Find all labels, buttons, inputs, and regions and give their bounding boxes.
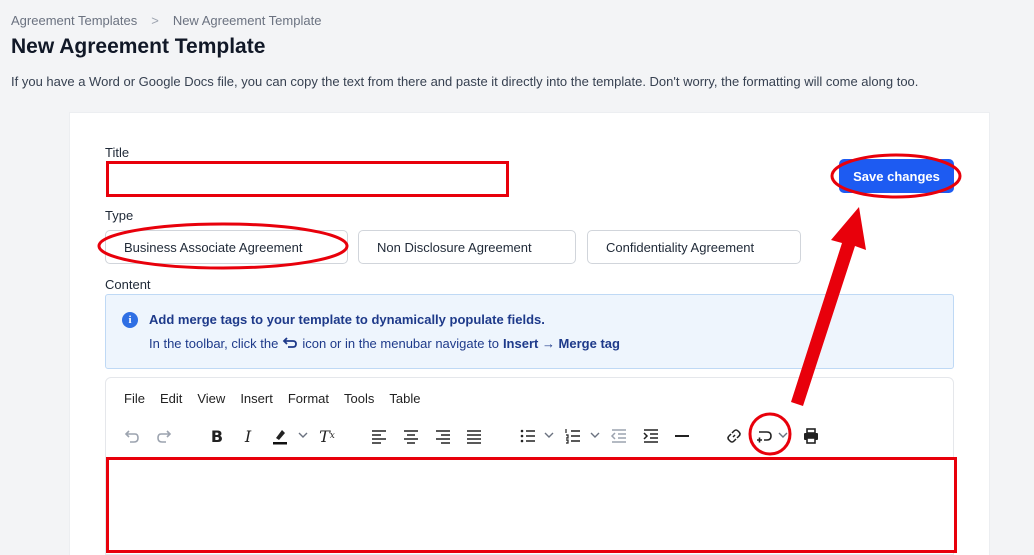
title-label: Title	[105, 145, 130, 160]
chevron-down-icon[interactable]	[544, 430, 554, 440]
type-option-business-associate[interactable]: Business Associate Agreement	[105, 230, 348, 264]
save-changes-button[interactable]: Save changes	[839, 159, 954, 193]
content-label: Content	[105, 277, 151, 292]
chevron-down-icon[interactable]	[590, 430, 600, 440]
breadcrumb-current: New Agreement Template	[172, 13, 322, 28]
highlight-icon[interactable]	[269, 425, 291, 447]
link-icon[interactable]	[723, 425, 745, 447]
type-label: Type	[105, 208, 134, 223]
info-title: Add merge tags to your template to dynam…	[149, 312, 545, 327]
indent-icon[interactable]	[640, 425, 662, 447]
menu-insert[interactable]: Insert	[240, 391, 273, 406]
menu-format[interactable]: Format	[288, 391, 329, 406]
merge-tag-icon[interactable]	[753, 425, 775, 447]
title-input[interactable]	[106, 161, 509, 197]
chevron-right-icon: >	[151, 13, 159, 28]
merge-tag-icon	[283, 336, 298, 348]
info-text: In the toolbar, click the icon or in the…	[149, 336, 620, 351]
chevron-down-icon[interactable]	[298, 430, 308, 440]
bold-icon[interactable]: B	[206, 425, 228, 447]
menu-edit[interactable]: Edit	[160, 391, 182, 406]
menu-tools[interactable]: Tools	[344, 391, 374, 406]
content-editor-area[interactable]	[106, 457, 957, 553]
info-text-middle: icon or in the menubar navigate to	[302, 336, 499, 351]
align-right-icon[interactable]	[432, 425, 454, 447]
horizontal-rule-icon[interactable]	[671, 425, 693, 447]
italic-icon[interactable]: I	[237, 425, 259, 447]
type-option-non-disclosure[interactable]: Non Disclosure Agreement	[358, 230, 576, 264]
info-text-before: In the toolbar, click the	[149, 336, 279, 351]
print-icon[interactable]	[800, 425, 822, 447]
clear-format-icon[interactable]: Tx	[316, 425, 338, 447]
bullet-list-icon[interactable]	[517, 425, 539, 447]
breadcrumb: Agreement Templates > New Agreement Temp…	[11, 13, 321, 28]
menu-file[interactable]: File	[124, 391, 145, 406]
chevron-down-icon[interactable]	[778, 430, 788, 440]
info-icon: i	[122, 312, 138, 328]
info-menu-path: Insert → Merge tag	[502, 336, 620, 351]
breadcrumb-parent-link[interactable]: Agreement Templates	[11, 13, 137, 28]
align-left-icon[interactable]	[368, 425, 390, 447]
menu-table[interactable]: Table	[389, 391, 420, 406]
page-description: If you have a Word or Google Docs file, …	[11, 74, 919, 89]
align-center-icon[interactable]	[400, 425, 422, 447]
type-option-confidentiality[interactable]: Confidentiality Agreement	[587, 230, 801, 264]
merge-tag-info-banner: i Add merge tags to your template to dyn…	[105, 294, 954, 369]
numbered-list-icon[interactable]	[562, 425, 584, 447]
justify-icon[interactable]	[463, 425, 485, 447]
undo-icon[interactable]	[120, 425, 142, 447]
editor-menubar: File Edit View Insert Format Tools Table	[124, 391, 435, 406]
menu-view[interactable]: View	[197, 391, 225, 406]
redo-icon[interactable]	[154, 425, 176, 447]
page-title: New Agreement Template	[11, 35, 266, 58]
outdent-icon[interactable]	[608, 425, 630, 447]
